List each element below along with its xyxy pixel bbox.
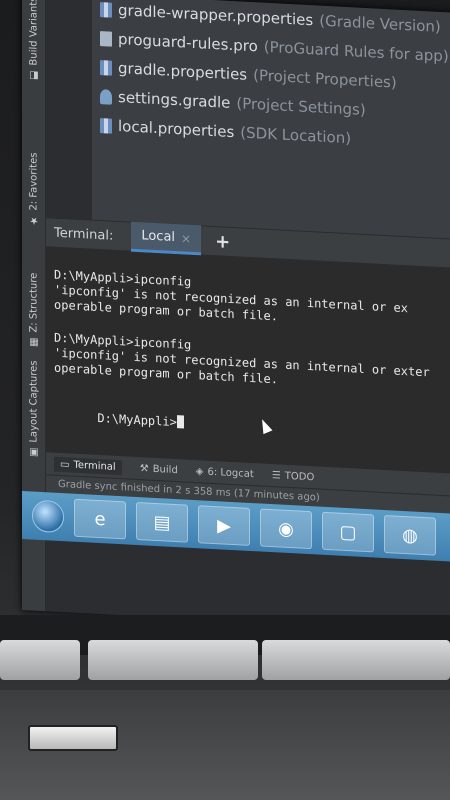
hammer-icon: ⚒ xyxy=(139,462,149,475)
properties-file-icon xyxy=(100,59,112,76)
close-icon[interactable]: × xyxy=(181,231,191,246)
tab-local[interactable]: Local × xyxy=(131,221,202,256)
taskbar-media-player[interactable]: ▶ xyxy=(198,505,250,546)
bottom-tab-logcat[interactable]: ◈ 6: Logcat xyxy=(196,466,254,480)
gradle-file-icon xyxy=(100,88,112,105)
tab-structure[interactable]: ▦ Z: Structure xyxy=(24,252,44,348)
tree-item-gradle-properties[interactable]: gradle.properties (Project Properties) xyxy=(100,58,397,92)
add-tab-icon[interactable]: + xyxy=(215,231,230,253)
tree-item-local-properties[interactable]: local.properties (SDK Location) xyxy=(100,116,351,147)
taskbar-internet-explorer[interactable]: e xyxy=(74,498,126,540)
hinge-cover-left xyxy=(0,640,80,680)
file-icon xyxy=(100,30,112,47)
tab-layout-captures[interactable]: ▣ Layout Captures xyxy=(24,360,44,458)
structure-icon: ▦ xyxy=(28,336,40,348)
taskbar-file-explorer[interactable]: ▤ xyxy=(136,501,188,543)
project-tree: gradle-wrapper.properties (Gradle Versio… xyxy=(92,0,450,246)
screen: ◧ Build Variants ★ 2: Favorites ▦ Z: Str… xyxy=(22,0,450,635)
tree-item-settings-gradle[interactable]: settings.gradle (Project Settings) xyxy=(100,87,366,119)
logcat-icon: ◈ xyxy=(195,465,204,478)
properties-file-icon xyxy=(100,1,112,18)
taskbar-window[interactable]: ▢ xyxy=(322,511,374,553)
todo-icon: ☰ xyxy=(271,469,281,482)
start-button[interactable] xyxy=(32,499,64,534)
terminal-prompt: D:\MyAppli> xyxy=(97,410,177,430)
taskbar-chrome[interactable]: ◉ xyxy=(260,508,312,550)
hinge-cover-center xyxy=(88,640,258,680)
build-variants-icon: ◧ xyxy=(28,69,40,81)
layout-captures-icon: ▣ xyxy=(28,446,40,458)
tab-local-label: Local xyxy=(141,228,176,246)
tab-favorites[interactable]: ★ 2: Favorites xyxy=(24,125,44,226)
bottom-tab-build[interactable]: ⚒ Build xyxy=(140,463,178,476)
text-cursor xyxy=(176,415,184,429)
bottom-tab-todo[interactable]: ☰ TODO xyxy=(272,470,315,483)
hinge-cover-right xyxy=(262,640,450,680)
bottom-tab-terminal[interactable]: ▭ Terminal xyxy=(54,456,122,475)
star-icon: ★ xyxy=(28,214,40,226)
taskbar-firefox[interactable]: ◍ xyxy=(384,514,436,556)
terminal-icon: ▭ xyxy=(60,458,70,470)
terminal-title: Terminal: xyxy=(54,225,114,244)
tab-build-variants[interactable]: ◧ Build Variants xyxy=(24,0,44,81)
properties-file-icon xyxy=(100,117,112,134)
terminal-output[interactable]: D:\MyAppli>ipconfig 'ipconfig' is not re… xyxy=(46,247,450,476)
power-indicator xyxy=(28,725,118,751)
